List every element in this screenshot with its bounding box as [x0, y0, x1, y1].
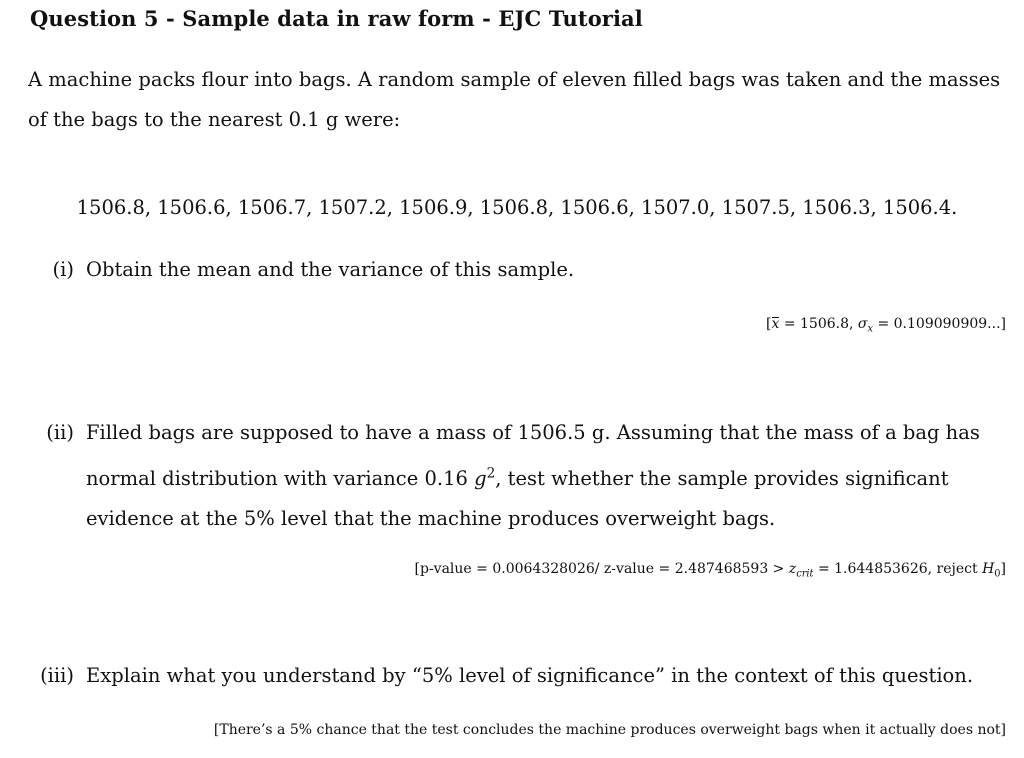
- part-ii-question: Filled bags are supposed to have a mass …: [86, 421, 980, 530]
- part-iii-answer: [There’s a 5% chance that the test concl…: [213, 722, 1006, 738]
- part-iii-question: Explain what you understand by “5% level…: [86, 664, 974, 687]
- intro-paragraph: A machine packs flour into bags. A rando…: [28, 68, 1001, 131]
- part-i-number: (i): [52, 258, 74, 281]
- part-iii-number: (iii): [40, 664, 74, 687]
- part-ii: (ii) Filled bags are supposed to have a …: [46, 413, 991, 539]
- part-i: (i) Obtain the mean and the variance of …: [53, 250, 986, 290]
- part-i-question: Obtain the mean and the variance of this…: [86, 258, 575, 281]
- h0-symbol: H: [982, 561, 995, 577]
- x-bar-symbol: x: [771, 316, 780, 332]
- part-ii-number: (ii): [46, 421, 74, 444]
- part-ii-answer: [p-value = 0.0064328026/ z-value = 2.487…: [414, 561, 1006, 580]
- part-iii: (iii) Explain what you understand by “5%…: [40, 656, 991, 696]
- document-title: Question 5 - Sample data in raw form - E…: [30, 6, 643, 31]
- part-i-answer: [x = 1506.8, σx = 0.109090909...]: [766, 316, 1006, 335]
- sample-data-list: 1506.8, 1506.6, 1506.7, 1507.2, 1506.9, …: [76, 196, 958, 219]
